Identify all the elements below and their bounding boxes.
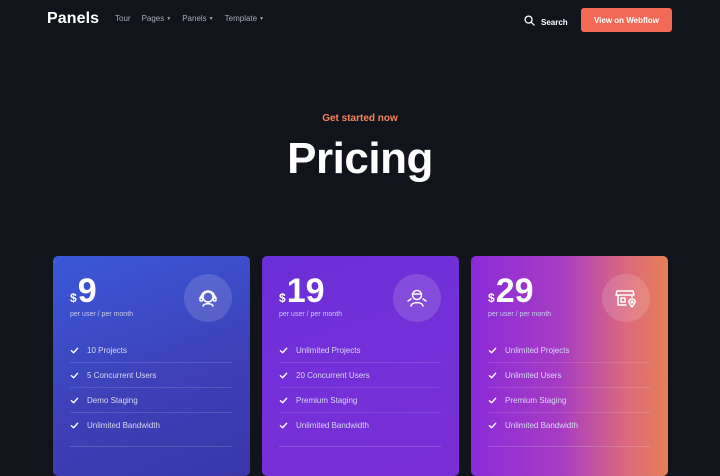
check-icon	[279, 421, 288, 430]
card-divider	[70, 446, 232, 447]
feature-item: Unlimited Bandwidth	[488, 413, 650, 437]
price-period: per user / per month	[488, 311, 552, 318]
feature-item: 5 Concurrent Users	[70, 363, 232, 388]
feature-item: Premium Staging	[279, 388, 441, 413]
price-amount: 19	[286, 272, 325, 310]
feature-label: Unlimited Bandwidth	[505, 420, 578, 430]
search-label: Search	[541, 17, 568, 27]
currency-symbol: $	[279, 291, 286, 305]
currency-symbol: $	[70, 291, 77, 305]
price: $ 9	[70, 274, 97, 308]
feature-label: Premium Staging	[505, 395, 567, 405]
feature-label: Unlimited Projects	[296, 345, 361, 355]
view-on-webflow-button[interactable]: View on Webflow	[581, 8, 672, 32]
card-divider	[488, 446, 650, 447]
nav-link-label: Template	[224, 14, 258, 23]
check-icon	[70, 371, 79, 380]
feature-label: Unlimited Users	[505, 370, 562, 380]
nav-link-tour[interactable]: Tour	[115, 14, 131, 23]
nav-link-label: Pages	[141, 14, 165, 23]
feature-item: Unlimited Users	[488, 363, 650, 388]
feature-item: Unlimited Projects	[279, 338, 441, 363]
check-icon	[488, 421, 497, 430]
feature-label: Unlimited Bandwidth	[87, 420, 160, 430]
check-icon	[70, 346, 79, 355]
nav-links: Tour Pages ▼ Panels ▼ Template ▼	[115, 14, 264, 23]
search-button[interactable]: Search	[524, 13, 568, 31]
check-icon	[279, 396, 288, 405]
check-icon	[279, 346, 288, 355]
pricing-card-pro: $ 19 per user / per month Unlimited Proj…	[262, 256, 459, 476]
page-title: Pricing	[287, 134, 433, 183]
feature-item: Unlimited Projects	[488, 338, 650, 363]
team-user-icon	[393, 274, 441, 322]
feature-list: 10 Projects 5 Concurrent Users Demo Stag…	[70, 338, 232, 437]
caret-down-icon: ▼	[166, 15, 172, 22]
price: $ 29	[488, 274, 534, 308]
feature-label: Unlimited Bandwidth	[296, 420, 369, 430]
feature-label: Demo Staging	[87, 395, 138, 405]
check-icon	[70, 396, 79, 405]
caret-down-icon: ▼	[259, 15, 265, 22]
nav-link-label: Tour	[115, 14, 131, 23]
storefront-location-icon	[602, 274, 650, 322]
check-icon	[279, 371, 288, 380]
caret-down-icon: ▼	[208, 15, 214, 22]
feature-item: Unlimited Bandwidth	[70, 413, 232, 437]
logo[interactable]: Panels	[47, 10, 99, 28]
feature-item: Premium Staging	[488, 388, 650, 413]
feature-label: 20 Concurrent Users	[296, 370, 370, 380]
check-icon	[488, 396, 497, 405]
price: $ 19	[279, 274, 325, 308]
feature-list: Unlimited Projects Unlimited Users Premi…	[488, 338, 650, 437]
feature-list: Unlimited Projects 20 Concurrent Users P…	[279, 338, 441, 437]
price-period: per user / per month	[279, 311, 343, 318]
search-icon	[524, 13, 535, 31]
feature-item: 20 Concurrent Users	[279, 363, 441, 388]
feature-item: 10 Projects	[70, 338, 232, 363]
check-icon	[488, 346, 497, 355]
feature-label: Unlimited Projects	[505, 345, 570, 355]
feature-item: Unlimited Bandwidth	[279, 413, 441, 437]
price-period: per user / per month	[70, 311, 134, 318]
nav-link-label: Panels	[182, 14, 207, 23]
nav-link-template[interactable]: Template ▼	[225, 14, 264, 23]
card-divider	[279, 446, 441, 447]
feature-label: 10 Projects	[87, 345, 128, 355]
pricing-card-basic: $ 9 per user / per month 10 Projects 5 C…	[53, 256, 250, 476]
currency-symbol: $	[488, 291, 495, 305]
pricing-card-business: $ 29 per user / per month Unlimited Proj…	[471, 256, 668, 476]
feature-item: Demo Staging	[70, 388, 232, 413]
feature-label: Premium Staging	[296, 395, 358, 405]
nav-link-panels[interactable]: Panels ▼	[182, 14, 213, 23]
nav-link-pages[interactable]: Pages ▼	[142, 14, 172, 23]
feature-label: 5 Concurrent Users	[87, 370, 157, 380]
check-icon	[488, 371, 497, 380]
check-icon	[70, 421, 79, 430]
price-amount: 29	[495, 272, 534, 310]
headset-support-icon	[184, 274, 232, 322]
price-amount: 9	[77, 272, 97, 310]
hero-eyebrow: Get started now	[322, 113, 398, 124]
top-navigation: Panels Tour Pages ▼ Panels ▼ Template ▼ …	[0, 0, 720, 40]
